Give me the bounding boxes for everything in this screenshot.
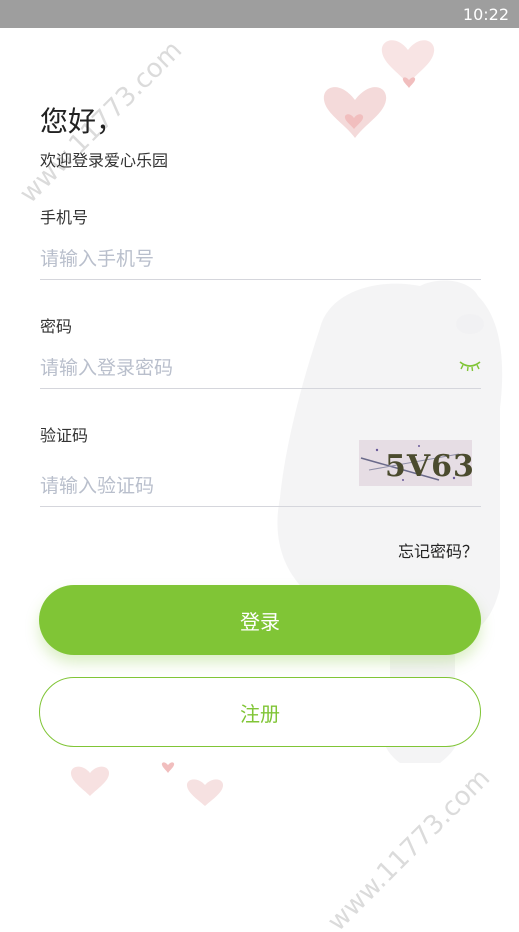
password-label: 密码 <box>40 317 73 336</box>
captcha-label: 验证码 <box>40 426 89 445</box>
forgot-password-link[interactable]: 忘记密码？ <box>398 538 478 562</box>
greeting-title: 您好， <box>40 105 125 138</box>
login-button[interactable]: 登录 <box>39 585 481 655</box>
password-input[interactable] <box>40 347 481 389</box>
captcha-image[interactable]: 5V63 <box>359 440 472 486</box>
status-time: 10:22 <box>462 4 509 24</box>
register-button[interactable]: 注册 <box>39 677 481 747</box>
heart-decoration-icon <box>323 40 435 138</box>
svg-text:5V63: 5V63 <box>385 449 472 484</box>
heart-decoration-icon <box>70 762 224 806</box>
status-bar: 10:22 <box>0 0 519 28</box>
phone-label: 手机号 <box>40 208 89 227</box>
watermark: www.11773.com <box>322 763 497 932</box>
eye-closed-icon[interactable] <box>458 358 482 374</box>
phone-input[interactable] <box>40 238 481 280</box>
welcome-subtitle: 欢迎登录爱心乐园 <box>40 151 169 170</box>
